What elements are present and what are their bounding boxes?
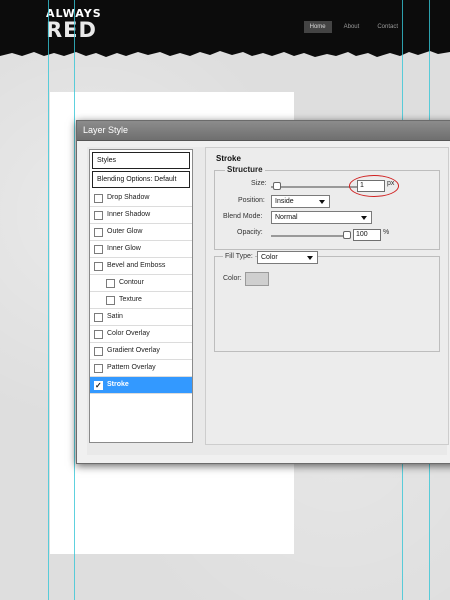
opacity-slider-thumb[interactable] (343, 231, 351, 239)
checkbox-gradient-overlay[interactable] (94, 346, 103, 356)
style-label: Satin (107, 313, 123, 320)
style-label: Inner Shadow (107, 211, 151, 218)
structure-group: Structure Size: 1 px Position: Inside Bl… (214, 165, 440, 250)
opacity-label: Opacity: (237, 229, 263, 236)
style-label: Drop Shadow (107, 194, 150, 201)
style-list: Styles Blending Options: Default Drop Sh… (89, 149, 193, 443)
color-label: Color: (223, 275, 242, 282)
site-nav: Home About Contact (303, 21, 404, 33)
style-outer-glow[interactable]: Outer Glow (90, 224, 192, 241)
blending-options[interactable]: Blending Options: Default (92, 171, 190, 188)
size-label: Size: (251, 180, 267, 187)
style-pattern-overlay[interactable]: Pattern Overlay (90, 360, 192, 377)
fill-type-select[interactable]: Color (257, 251, 318, 264)
style-satin[interactable]: Satin (90, 309, 192, 326)
style-label: Color Overlay (107, 330, 150, 337)
position-label: Position: (238, 197, 265, 204)
style-gradient-overlay[interactable]: Gradient Overlay (90, 343, 192, 360)
style-stroke[interactable]: Stroke (90, 377, 192, 394)
dialog-body: Styles Blending Options: Default Drop Sh… (87, 147, 449, 455)
style-label: Pattern Overlay (107, 364, 156, 371)
style-inner-glow[interactable]: Inner Glow (90, 241, 192, 258)
guide-left-2 (74, 0, 75, 600)
opacity-field[interactable]: 100 (353, 229, 381, 241)
panel-title: Stroke (216, 154, 241, 163)
site-header: ALWAYS RED Home About Contact (0, 0, 450, 50)
style-drop-shadow[interactable]: Drop Shadow (90, 190, 192, 207)
blend-mode-select[interactable]: Normal (271, 211, 372, 224)
dialog-title[interactable]: Layer Style (77, 121, 450, 141)
style-label: Bevel and Emboss (107, 262, 166, 269)
checkbox-outer-glow[interactable] (94, 227, 103, 237)
checkbox-pattern-overlay[interactable] (94, 363, 103, 373)
blend-mode-label: Blend Mode: (223, 213, 263, 220)
style-label: Contour (119, 279, 144, 286)
size-slider-thumb[interactable] (273, 182, 281, 190)
structure-title: Structure (225, 165, 265, 174)
torn-paper-edge (0, 44, 450, 57)
size-slider[interactable] (271, 186, 357, 188)
checkbox-bevel-emboss[interactable] (94, 261, 103, 271)
checkbox-contour[interactable] (106, 278, 115, 288)
fill-group: Fill Type: Color Color: (214, 251, 440, 352)
layer-style-dialog: Layer Style Styles Blending Options: Def… (76, 120, 450, 464)
style-texture[interactable]: Texture (90, 292, 192, 309)
position-select[interactable]: Inside (271, 195, 330, 208)
style-label: Outer Glow (107, 228, 143, 235)
checkbox-satin[interactable] (94, 312, 103, 322)
style-color-overlay[interactable]: Color Overlay (90, 326, 192, 343)
styles-header[interactable]: Styles (92, 152, 190, 169)
checkbox-texture[interactable] (106, 295, 115, 305)
style-label: Inner Glow (107, 245, 141, 252)
style-label: Stroke (107, 381, 129, 388)
style-label: Gradient Overlay (107, 347, 160, 354)
stroke-panel: Stroke Structure Size: 1 px Position: In… (205, 147, 449, 445)
checkbox-inner-glow[interactable] (94, 244, 103, 254)
checkbox-drop-shadow[interactable] (94, 193, 103, 203)
nav-home[interactable]: Home (303, 21, 332, 33)
style-label: Texture (119, 296, 142, 303)
opacity-slider[interactable] (271, 235, 347, 237)
style-bevel-emboss[interactable]: Bevel and Emboss (90, 258, 192, 275)
color-swatch[interactable] (245, 272, 269, 286)
checkbox-stroke[interactable] (94, 378, 103, 394)
nav-about[interactable]: About (338, 21, 366, 33)
checkbox-color-overlay[interactable] (94, 329, 103, 339)
fill-type-label: Fill Type: (223, 253, 255, 260)
guide-left-1 (48, 0, 49, 600)
checkbox-inner-shadow[interactable] (94, 210, 103, 220)
highlight-circle (349, 175, 399, 197)
style-inner-shadow[interactable]: Inner Shadow (90, 207, 192, 224)
nav-contact[interactable]: Contact (371, 21, 404, 33)
style-contour[interactable]: Contour (90, 275, 192, 292)
opacity-unit: % (383, 229, 390, 236)
